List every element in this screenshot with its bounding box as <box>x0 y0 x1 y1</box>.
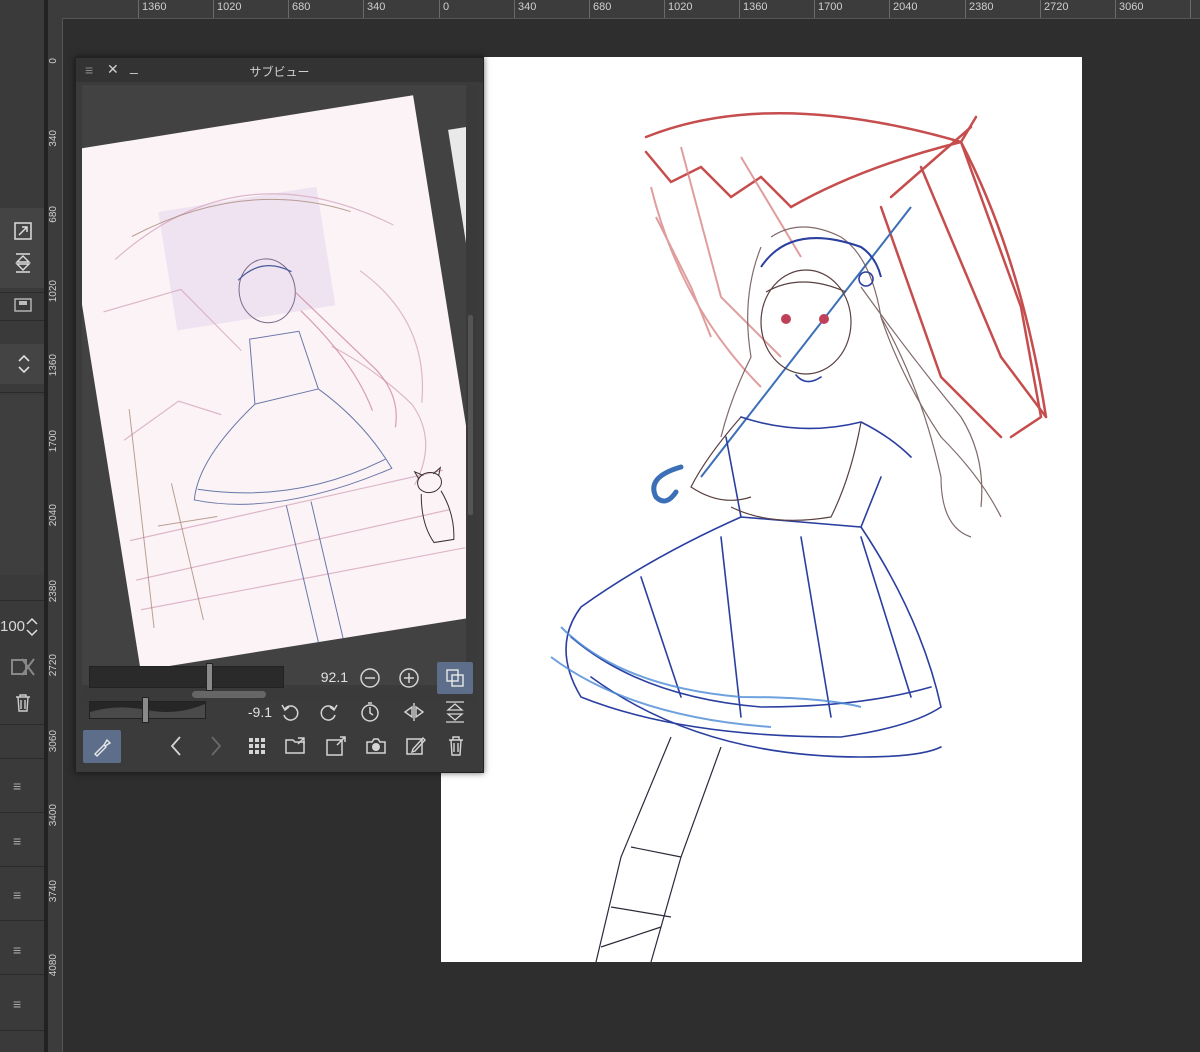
open-folder-icon[interactable] <box>282 732 310 760</box>
trash-icon[interactable] <box>9 690 37 716</box>
ruler-label: 1020 <box>217 1 242 13</box>
drawing-canvas[interactable] <box>441 57 1082 962</box>
ruler-label: 4080 <box>48 954 59 977</box>
ruler-label: 1020 <box>48 280 59 303</box>
fit-to-view-icon[interactable] <box>437 662 473 694</box>
ruler-label: 2040 <box>48 504 59 527</box>
ruler-label: 1020 <box>668 1 693 13</box>
save-icon[interactable] <box>9 292 37 318</box>
zoom-slider-knob[interactable] <box>205 663 213 691</box>
ruler-label: 340 <box>48 130 59 147</box>
ruler-label: 680 <box>593 1 612 13</box>
subview-panel: ≡ ✕ _ サブビュー 92.1 -9.1 <box>75 57 484 773</box>
reset-rotation-icon[interactable] <box>356 698 384 726</box>
top-ruler: 1360 1020 680 340 0 340 680 1020 1360 17… <box>62 0 1200 19</box>
line-art-sketch <box>550 111 1048 962</box>
ruler-label: 2380 <box>969 1 994 13</box>
flip-vertical-icon[interactable] <box>441 698 469 726</box>
ruler-label: 2720 <box>1044 1 1069 13</box>
resize-icon[interactable] <box>9 218 37 244</box>
delete-image-icon[interactable] <box>442 732 470 760</box>
rotate-right-icon[interactable] <box>315 698 343 726</box>
subview-titlebar[interactable]: ≡ ✕ _ サブビュー <box>76 58 483 82</box>
ruler-label: 0 <box>48 58 59 64</box>
layer-menu-icon[interactable]: ≡ <box>13 779 27 793</box>
rotation-slider[interactable] <box>89 697 206 723</box>
ruler-label: 3060 <box>48 730 59 753</box>
ruler-label: 2720 <box>48 654 59 677</box>
zoom-slider[interactable] <box>89 663 284 691</box>
layer-menu-icon[interactable]: ≡ <box>13 943 27 957</box>
grid-view-icon[interactable] <box>243 732 271 760</box>
ruler-label: 1700 <box>48 430 59 453</box>
value-field[interactable]: 100 <box>0 618 25 635</box>
ruler-label: 3400 <box>48 804 59 827</box>
layer-menu-icon[interactable]: ≡ <box>13 997 27 1011</box>
empty-property-area <box>0 395 44 575</box>
subview-title: サブビュー <box>249 65 310 79</box>
ruler-label: 1700 <box>818 1 843 13</box>
left-ruler: 0 340 680 1020 1360 1700 2040 2380 2720 … <box>48 18 63 1052</box>
stepper-arrows-icon[interactable] <box>10 351 38 377</box>
previous-image-icon[interactable] <box>162 732 190 760</box>
scroll-thumb[interactable] <box>192 691 266 698</box>
flip-horizontal-icon[interactable] <box>400 698 428 726</box>
ruler-label: 680 <box>292 1 311 13</box>
ruler-label: 340 <box>367 1 386 13</box>
ruler-label: 680 <box>48 206 59 223</box>
clear-selection-icon[interactable] <box>9 654 37 680</box>
flip-vertical-icon[interactable] <box>9 250 37 276</box>
ruler-label: 340 <box>518 1 537 13</box>
ruler-label: 3060 <box>1119 1 1144 13</box>
eyedropper-icon[interactable] <box>83 730 121 763</box>
ruler-corner <box>48 0 62 18</box>
ruler-label: 1360 <box>142 1 167 13</box>
rotate-left-icon[interactable] <box>276 698 304 726</box>
ruler-label: 1360 <box>48 354 59 377</box>
ruler-label: 1360 <box>743 1 768 13</box>
import-image-icon[interactable] <box>322 732 350 760</box>
zoom-in-icon[interactable] <box>395 664 423 692</box>
rotation-value[interactable]: -9.1 <box>220 704 272 720</box>
zoom-value[interactable]: 92.1 <box>296 669 348 685</box>
value-stepper-icon[interactable] <box>25 614 39 640</box>
ruler-label: 2380 <box>48 580 59 603</box>
layer-menu-icon[interactable]: ≡ <box>13 834 27 848</box>
subview-preview[interactable] <box>82 85 476 685</box>
layer-menu-icon[interactable]: ≡ <box>13 888 27 902</box>
next-image-icon[interactable] <box>202 732 230 760</box>
ruler-label: 2040 <box>893 1 918 13</box>
zoom-out-icon[interactable] <box>356 664 384 692</box>
ruler-label: 3740 <box>48 880 59 903</box>
ruler-label: 0 <box>443 1 450 13</box>
tool-property-strip: 100 ≡ ≡ ≡ ≡ ≡ <box>0 0 44 1052</box>
reference-image <box>82 85 476 685</box>
rotation-slider-knob[interactable] <box>142 697 150 723</box>
camera-icon[interactable] <box>362 732 390 760</box>
edit-image-icon[interactable] <box>402 732 430 760</box>
